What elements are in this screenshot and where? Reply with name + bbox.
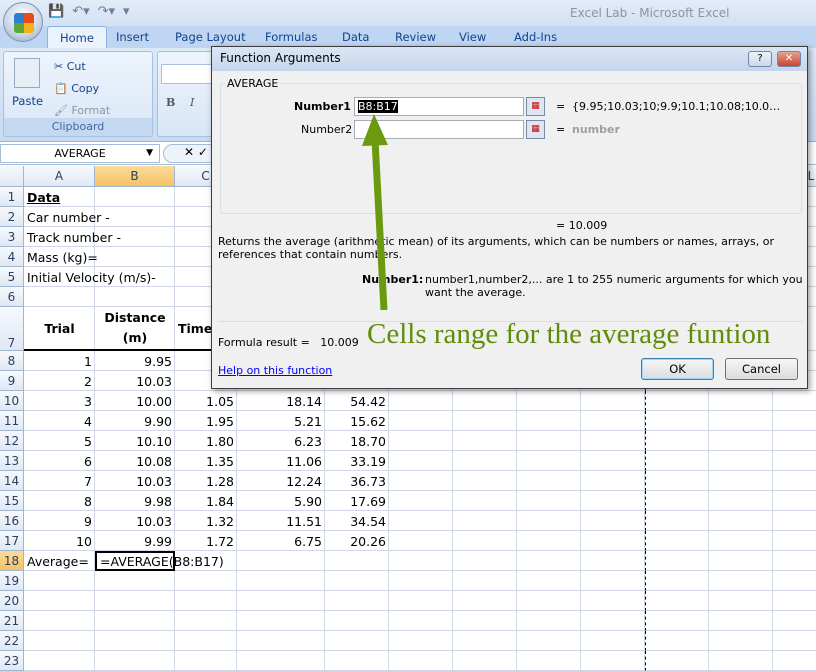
- annotation-callout: Cells range for the average funtion: [367, 318, 771, 350]
